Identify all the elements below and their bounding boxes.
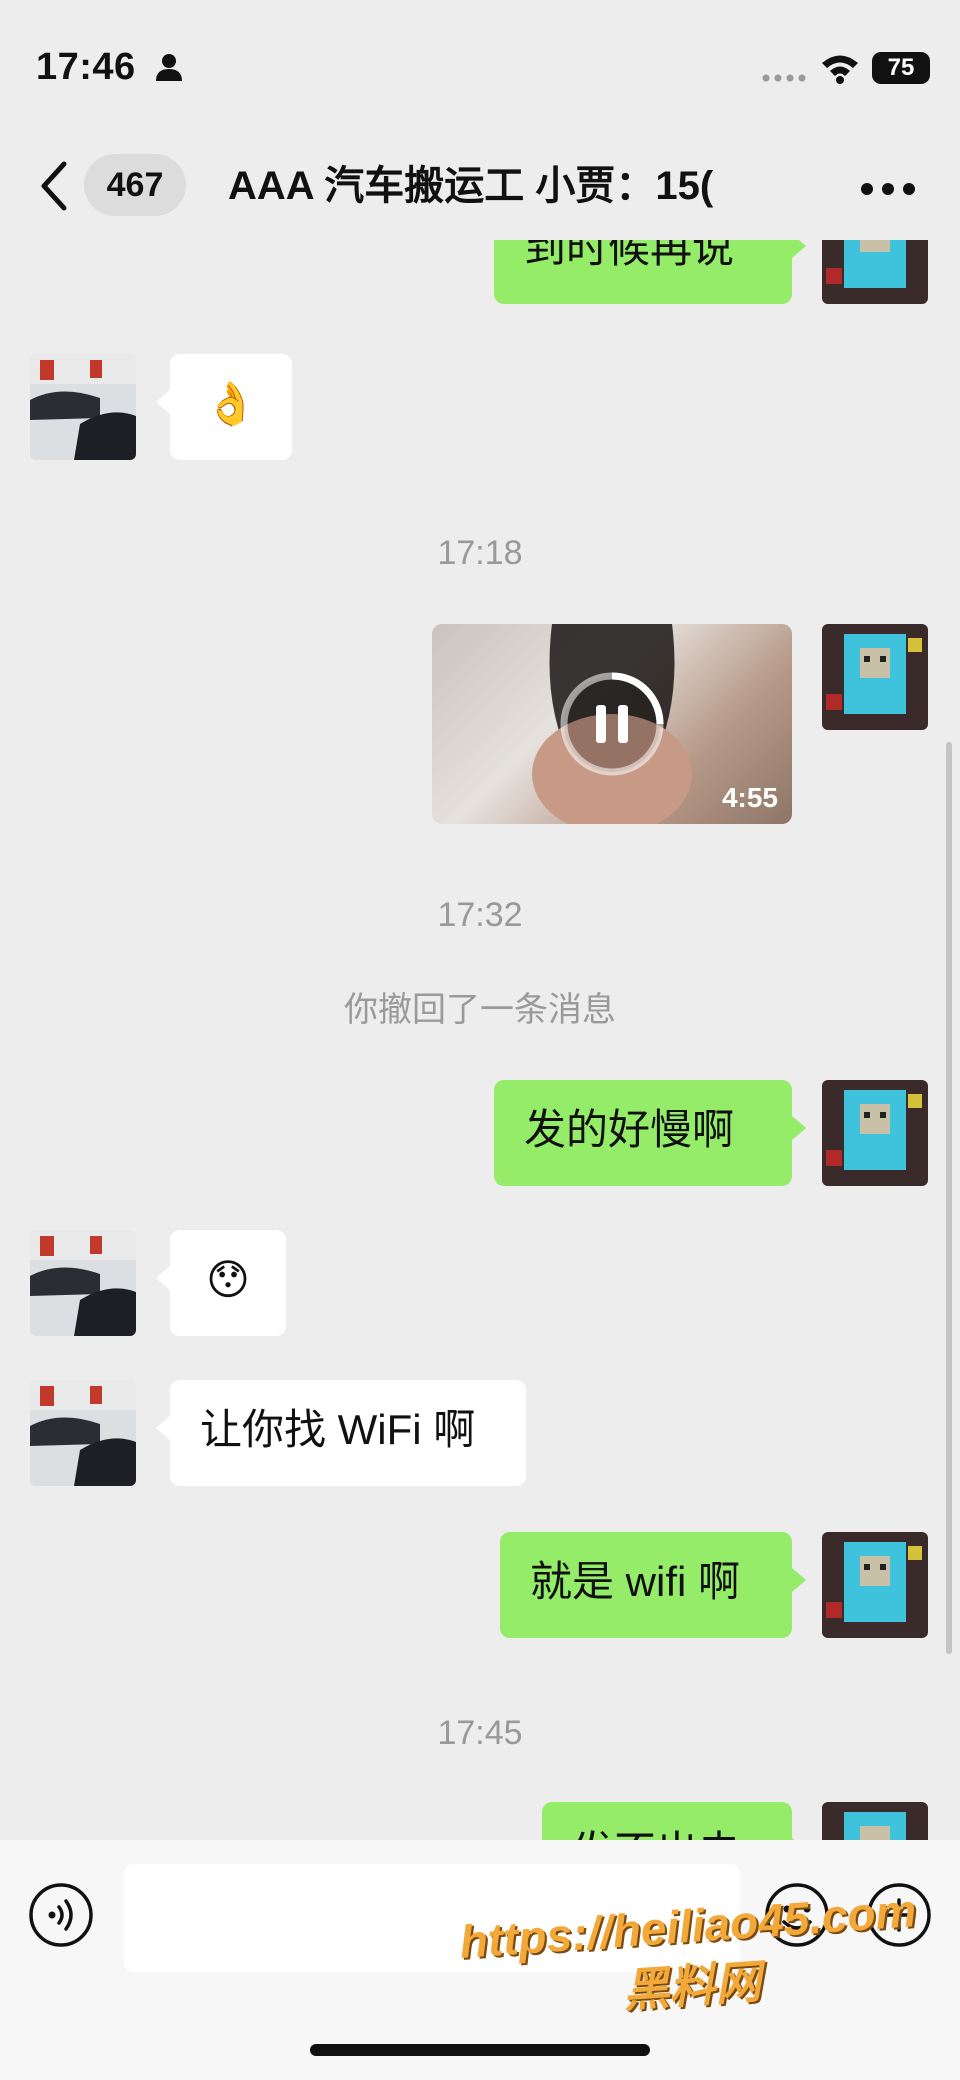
my-avatar[interactable] [822, 240, 928, 304]
message-bubble-outgoing[interactable]: 发不出去 [542, 1802, 806, 1840]
message-bubble-incoming[interactable]: 👌 [156, 354, 292, 460]
contact-avatar[interactable] [30, 1230, 136, 1336]
message-text: 到时候再说 [524, 240, 735, 271]
message-bubble-incoming[interactable]: 让你找 WiFi 啊 [156, 1380, 526, 1486]
chat-title: AAA 汽车搬运工 小贾：15( [228, 164, 714, 208]
my-avatar[interactable] [822, 1080, 928, 1186]
my-avatar[interactable] [822, 1532, 928, 1638]
my-avatar[interactable] [822, 624, 928, 730]
battery-indicator: 75 [872, 52, 930, 84]
ok-hand-emoji: 👌 [204, 380, 258, 427]
back-chevron-icon[interactable] [38, 160, 68, 212]
contact-avatar[interactable] [30, 1380, 136, 1486]
home-indicator[interactable] [310, 2044, 650, 2056]
video-message[interactable]: 4:55 [432, 624, 792, 824]
my-avatar[interactable] [822, 1802, 928, 1840]
timestamp: 17:32 [437, 896, 523, 934]
status-time: 17:46 [36, 46, 136, 88]
video-duration: 4:55 [721, 782, 778, 813]
message-list[interactable]: 到时候再说 👌 17:18 4:55 17:32 你撤回了一条消息 发的好慢啊 … [0, 240, 960, 1840]
person-icon [156, 54, 182, 81]
wifi-icon [822, 55, 858, 84]
message-text: 让你找 WiFi 啊 [200, 1406, 476, 1453]
message-text: 就是 wifi 啊 [530, 1558, 741, 1605]
contact-avatar[interactable] [30, 354, 136, 460]
timestamp: 17:45 [437, 1714, 523, 1752]
pause-icon[interactable] [557, 669, 667, 779]
message-bubble-outgoing[interactable]: 到时候再说 [494, 240, 806, 304]
unread-count-badge[interactable]: 467 [84, 154, 186, 216]
message-bubble-outgoing[interactable]: 发的好慢啊 [494, 1080, 806, 1186]
timestamp: 17:18 [437, 534, 523, 572]
signal-icon [762, 74, 806, 82]
voice-input-icon[interactable] [28, 1882, 94, 1948]
message-text: 发不出去 [572, 1828, 740, 1840]
message-bubble-outgoing[interactable]: 就是 wifi 啊 [500, 1532, 806, 1638]
recall-notice: 你撤回了一条消息 [344, 991, 616, 1029]
status-bar: 17:46 75 [0, 0, 960, 140]
surprised-emoji: 😯 [206, 1256, 250, 1303]
chat-header: 467 AAA 汽车搬运工 小贾：15( [0, 140, 960, 240]
message-text: 发的好慢啊 [524, 1106, 735, 1153]
message-bubble-incoming[interactable]: 😯 [156, 1230, 286, 1336]
scrollbar[interactable] [946, 742, 952, 1654]
more-options-icon[interactable] [860, 182, 916, 196]
